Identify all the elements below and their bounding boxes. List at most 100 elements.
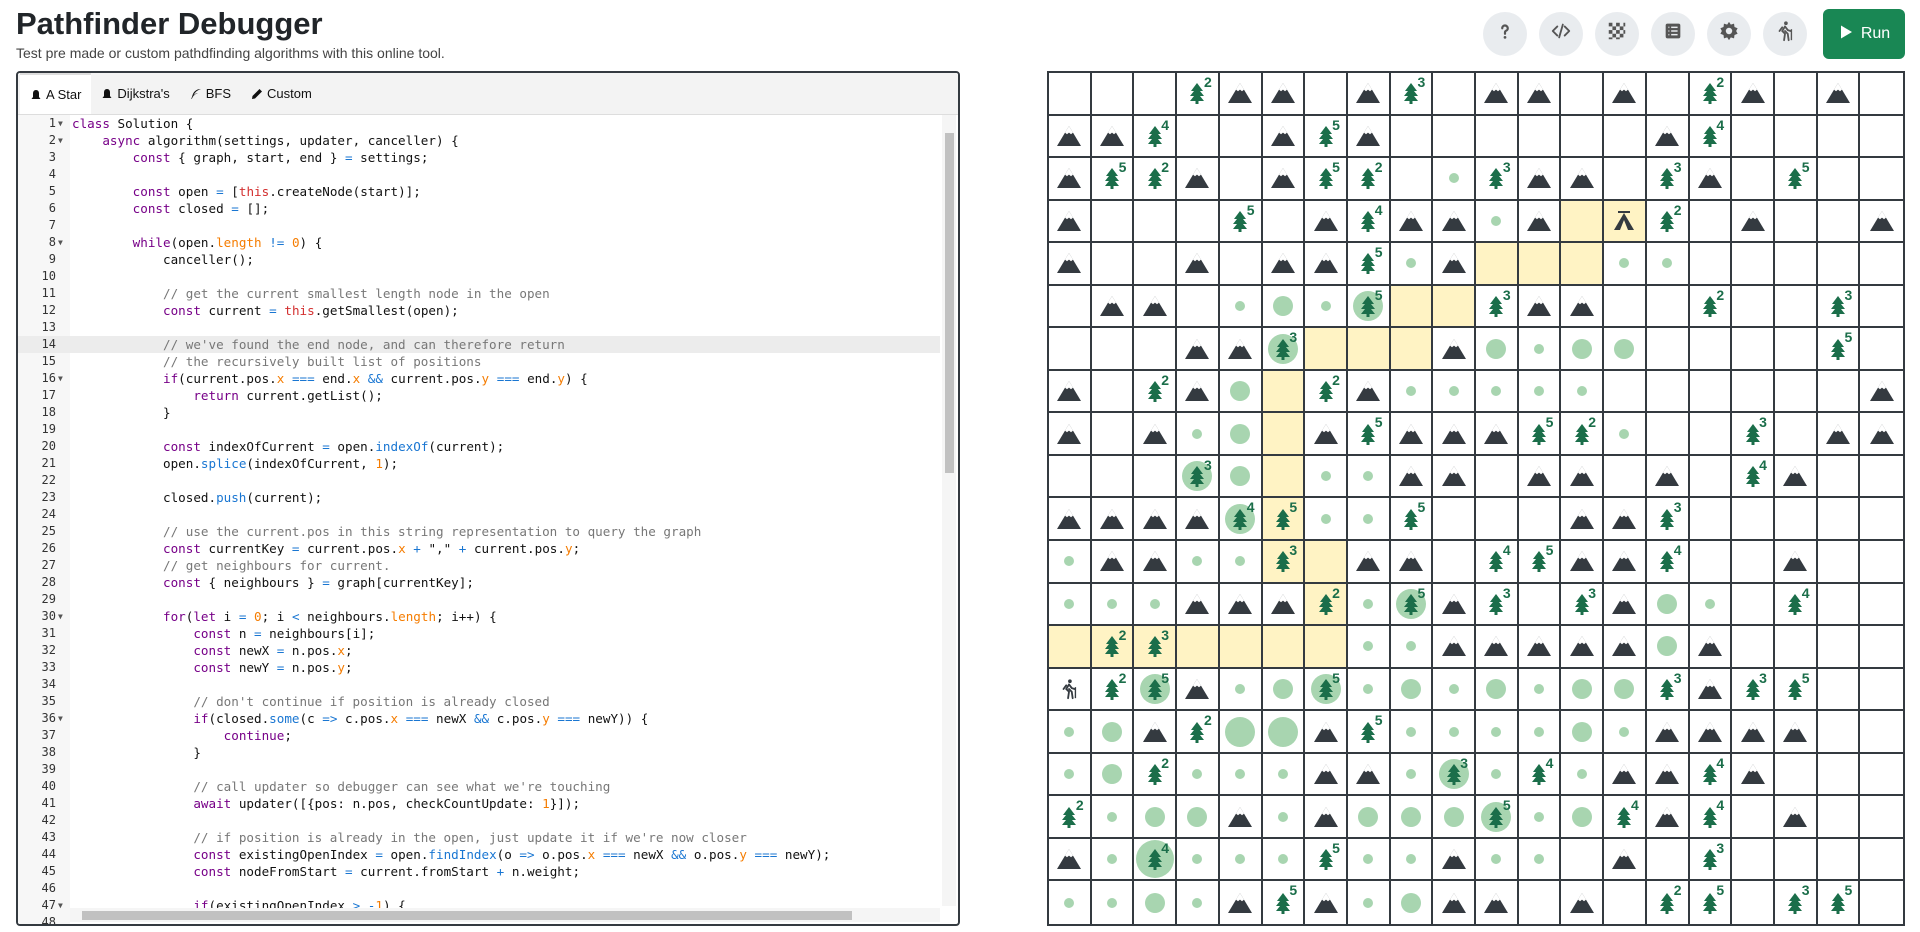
grid-cell[interactable]	[1689, 711, 1733, 754]
grid-cell[interactable]	[1091, 583, 1135, 627]
grid-cell[interactable]	[1561, 158, 1605, 201]
grid-cell[interactable]	[1860, 200, 1903, 244]
grid-cell[interactable]	[1604, 413, 1647, 456]
code-line[interactable]: 23 closed.push(current);	[18, 489, 940, 506]
grid-cell[interactable]	[1561, 796, 1605, 839]
grid-cell[interactable]	[1518, 626, 1562, 669]
grid-cell[interactable]	[1860, 498, 1903, 542]
grid-cell[interactable]	[1177, 158, 1220, 201]
code-line[interactable]: 45 const nodeFromStart = current.fromSta…	[18, 863, 940, 880]
grid-cell[interactable]	[1476, 370, 1519, 414]
grid-cell[interactable]	[1177, 370, 1220, 414]
grid-cell[interactable]	[1134, 243, 1178, 286]
grid-cell[interactable]	[1390, 115, 1434, 159]
grid-cell[interactable]: 3	[1689, 838, 1733, 882]
grid-cell[interactable]	[1134, 711, 1178, 754]
code-line[interactable]: 27 // get neighbours for current.	[18, 557, 940, 574]
grid-cell[interactable]: 2	[1305, 370, 1348, 414]
grid-cell[interactable]	[1219, 838, 1263, 882]
grid-cell[interactable]	[1518, 668, 1562, 712]
code-line[interactable]: 19	[18, 421, 940, 438]
grid-cell[interactable]: 4	[1689, 753, 1733, 797]
grid-cell[interactable]: 4	[1347, 200, 1391, 244]
grid-cell[interactable]	[1561, 711, 1605, 754]
grid-cell[interactable]	[1177, 626, 1220, 669]
grid-cell[interactable]	[1604, 115, 1647, 159]
grid-cell[interactable]	[1518, 711, 1562, 754]
grid-cell[interactable]: 3	[1646, 668, 1690, 712]
grid-cell[interactable]	[1774, 838, 1818, 882]
grid-cell[interactable]	[1860, 73, 1903, 116]
grid-cell[interactable]	[1561, 200, 1605, 244]
grid-cell[interactable]	[1732, 753, 1775, 797]
grid-cell[interactable]: 3	[1774, 881, 1818, 924]
grid-cell[interactable]	[1604, 158, 1647, 201]
grid-cell[interactable]	[1860, 541, 1903, 584]
grid-cell[interactable]	[1433, 158, 1476, 201]
grid-cell[interactable]	[1561, 498, 1605, 542]
grid-cell[interactable]	[1219, 881, 1263, 924]
vertical-scrollbar[interactable]	[942, 115, 956, 906]
grid-cell[interactable]	[1518, 73, 1562, 116]
grid-cell[interactable]	[1476, 626, 1519, 669]
grid-cell[interactable]	[1689, 243, 1733, 286]
code-line[interactable]: 44 const existingOpenIndex = open.findIn…	[18, 846, 940, 863]
grid-cell[interactable]	[1262, 370, 1306, 414]
grid-cell[interactable]	[1177, 200, 1220, 244]
fold-toggle-icon[interactable]: ▼	[58, 234, 63, 251]
code-line[interactable]: 2 ▼ async algorithm(settings, updater, ca…	[18, 132, 940, 149]
grid-cell[interactable]	[1091, 796, 1135, 839]
grid-cell[interactable]: 2	[1134, 753, 1178, 797]
grid-cell[interactable]: 3	[1646, 498, 1690, 542]
grid-cell[interactable]	[1433, 796, 1476, 839]
grid-cell[interactable]: 4	[1732, 455, 1775, 499]
grid-cell[interactable]	[1049, 455, 1092, 499]
grid-cell[interactable]	[1433, 243, 1476, 286]
grid-cell[interactable]	[1134, 541, 1178, 584]
grid-cell[interactable]	[1518, 370, 1562, 414]
grid-cell[interactable]	[1347, 838, 1391, 882]
grid-cell[interactable]	[1305, 285, 1348, 329]
grid-cell[interactable]	[1347, 796, 1391, 839]
grid-cell[interactable]	[1476, 838, 1519, 882]
grid-cell[interactable]	[1476, 115, 1519, 159]
grid-cell[interactable]	[1732, 881, 1775, 924]
code-line[interactable]: 42	[18, 812, 940, 829]
grid-cell[interactable]	[1774, 711, 1818, 754]
grid-cell[interactable]: 3	[1476, 158, 1519, 201]
grid-cell[interactable]	[1219, 541, 1263, 584]
grid-cell[interactable]	[1347, 455, 1391, 499]
grid-cell[interactable]	[1817, 668, 1861, 712]
grid-cell[interactable]: 2	[1689, 285, 1733, 329]
grid-cell[interactable]	[1390, 838, 1434, 882]
grid-cell[interactable]: 5	[1305, 668, 1348, 712]
grid-cell[interactable]	[1860, 838, 1903, 882]
grid-cell[interactable]: 3	[1646, 158, 1690, 201]
grid-cell[interactable]	[1390, 158, 1434, 201]
grid-cell[interactable]	[1860, 115, 1903, 159]
grid-cell[interactable]: 5	[1518, 541, 1562, 584]
grid-cell[interactable]	[1347, 753, 1391, 797]
grid-cell[interactable]	[1860, 583, 1903, 627]
grid-cell[interactable]	[1219, 455, 1263, 499]
grid-cell[interactable]	[1134, 583, 1178, 627]
grid-cell[interactable]: 5	[1390, 498, 1434, 542]
grid-cell[interactable]	[1177, 668, 1220, 712]
grid-cell[interactable]: 5	[1262, 498, 1306, 542]
grid-cell[interactable]	[1561, 753, 1605, 797]
grid-cell[interactable]	[1134, 796, 1178, 839]
grid-cell[interactable]	[1262, 796, 1306, 839]
grid-cell[interactable]	[1305, 626, 1348, 669]
grid-cell[interactable]	[1390, 200, 1434, 244]
grid-cell[interactable]	[1732, 243, 1775, 286]
grid-cell[interactable]: 4	[1518, 753, 1562, 797]
grid-cell[interactable]	[1732, 583, 1775, 627]
grid-cell[interactable]	[1518, 881, 1562, 924]
grid-cell[interactable]	[1049, 285, 1092, 329]
grid-cell[interactable]	[1262, 668, 1306, 712]
grid-cell[interactable]	[1860, 626, 1903, 669]
grid-cell[interactable]	[1049, 881, 1092, 924]
grid-cell[interactable]	[1134, 328, 1178, 371]
fold-toggle-icon[interactable]: ▼	[58, 370, 63, 387]
grid-cell[interactable]	[1134, 413, 1178, 456]
